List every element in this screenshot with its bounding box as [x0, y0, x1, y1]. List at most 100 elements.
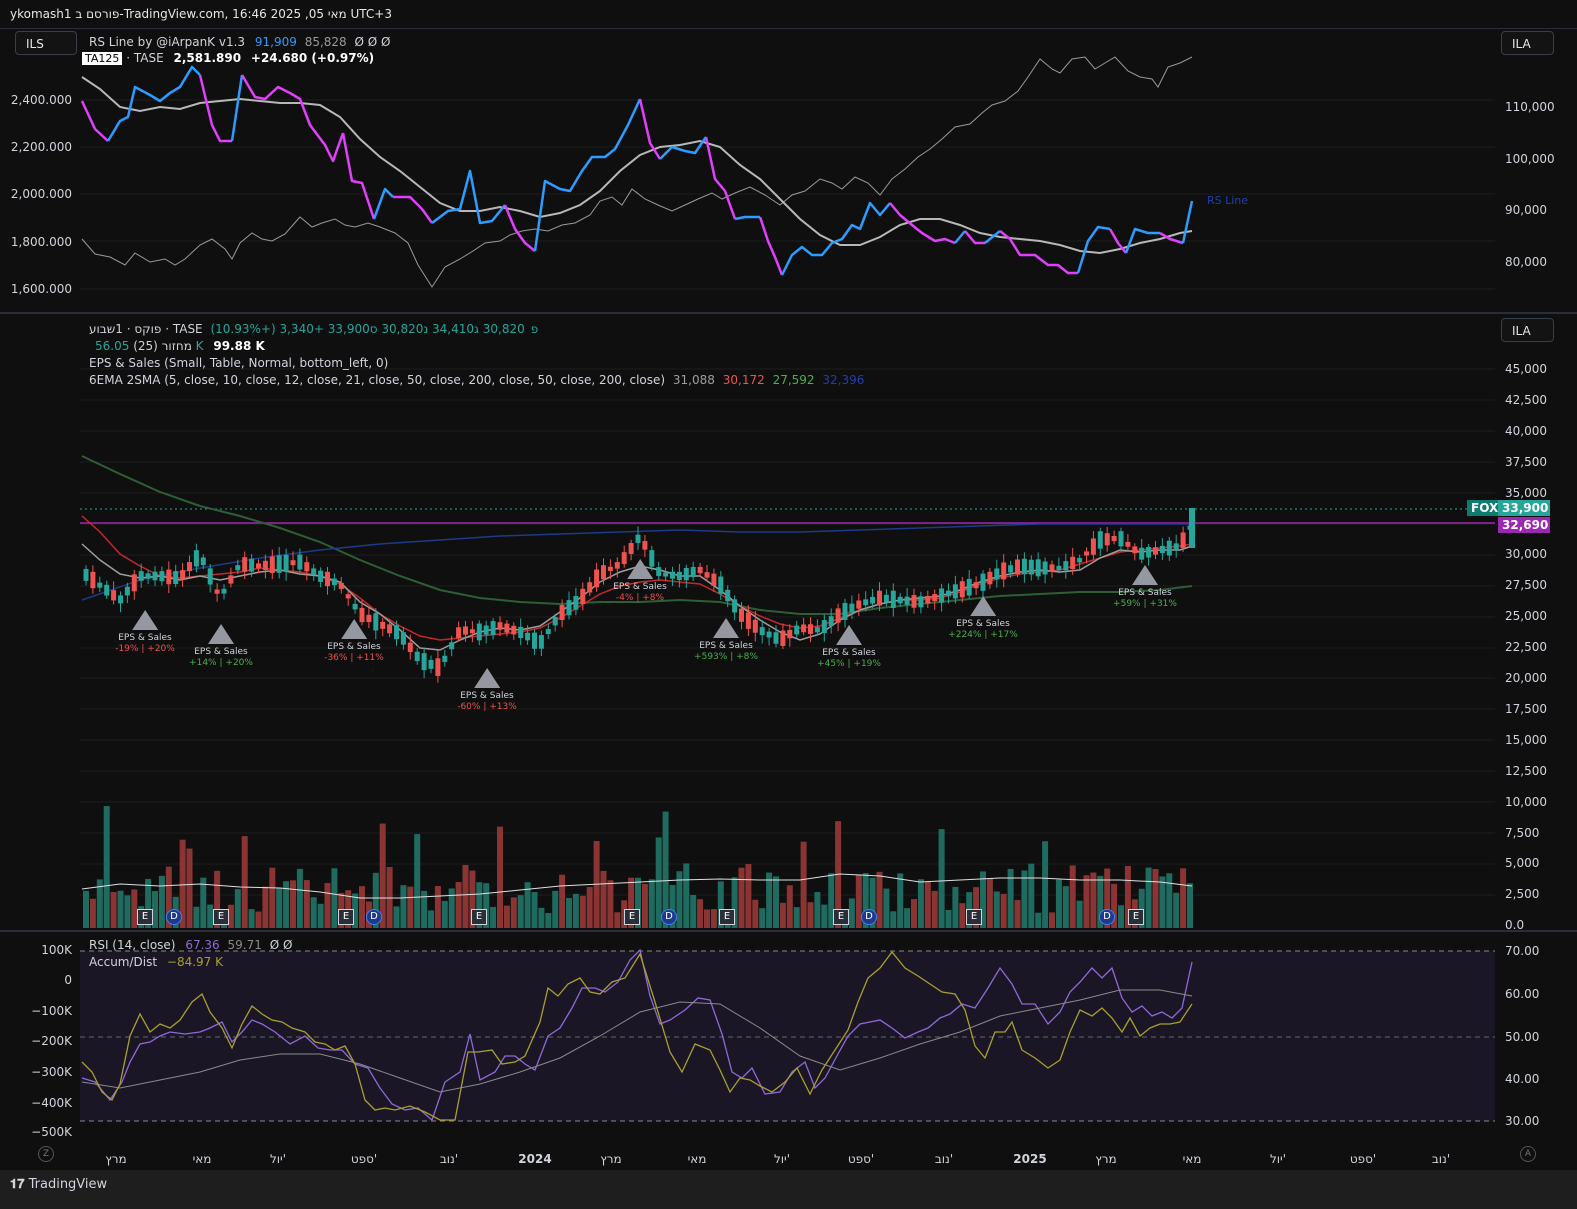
- volume-bar: [103, 806, 110, 928]
- price-axis-tick: 42,500: [1505, 392, 1547, 407]
- candle-body: [690, 566, 696, 578]
- earnings-marker[interactable]: E: [471, 909, 487, 925]
- rsi-axis-tick: 50.00: [1505, 1030, 1540, 1044]
- volume-bar: [1042, 841, 1049, 928]
- scale-ila-box-2[interactable]: ILA: [1501, 318, 1554, 342]
- zoom-reset-button[interactable]: Z: [38, 1146, 54, 1162]
- ta125-symbol-tag[interactable]: TA125: [82, 52, 123, 65]
- volume-bar: [579, 895, 586, 928]
- earnings-marker[interactable]: E: [1128, 909, 1144, 925]
- tradingview-logo[interactable]: 𝟏𝟕 TradingView: [10, 1177, 107, 1192]
- price-axis-tick: 5,000: [1505, 856, 1540, 871]
- eps-label[interactable]: EPS & Sales -4% | +8%: [613, 559, 667, 604]
- eps-triangle-icon: [340, 619, 367, 639]
- candle-body: [1070, 556, 1076, 570]
- eps-growth: +45%: [817, 659, 845, 669]
- candle-body: [545, 629, 551, 635]
- dividend-marker[interactable]: D: [861, 909, 877, 925]
- rs-legend[interactable]: RS Line by @iArpanK v1.3 91,909 85,828 Ø…: [89, 35, 391, 49]
- volume-bar: [310, 897, 317, 928]
- price-legend[interactable]: פוקס · 1שבוע · TASE פ30,820 ג34,410 נ30,…: [89, 322, 538, 336]
- candle-body: [697, 566, 703, 574]
- rsi-pane[interactable]: RSI (14, close) 67.36 59.71 Ø Ø Accum/Di…: [0, 932, 1577, 1140]
- eps-label[interactable]: EPS & Sales -36% | +11%: [324, 619, 384, 664]
- eps-label[interactable]: EPS & Sales +593% | +8%: [694, 618, 758, 663]
- candle-body: [428, 659, 434, 669]
- currency-ils-box[interactable]: ILS: [15, 31, 77, 55]
- eps-label[interactable]: EPS & Sales +14% | +20%: [189, 624, 253, 669]
- time-axis-label: מאי: [687, 1152, 707, 1166]
- candle-body: [911, 595, 917, 608]
- auto-scale-button[interactable]: A: [1520, 1146, 1536, 1162]
- earnings-marker[interactable]: E: [966, 909, 982, 925]
- dividend-marker[interactable]: D: [1099, 909, 1115, 925]
- volume-bar: [1049, 912, 1055, 928]
- eps-triangle-icon: [627, 559, 653, 579]
- sales-growth: +19%: [853, 659, 881, 669]
- rs-line-segment: [889, 202, 956, 245]
- rs-line-segment: [341, 132, 376, 220]
- earnings-marker[interactable]: E: [719, 909, 735, 925]
- dividend-marker[interactable]: D: [366, 909, 382, 925]
- candle-body: [1063, 561, 1069, 571]
- ma-legend[interactable]: 6EMA 2SMA (5, close, 10, close, 12, clos…: [89, 373, 864, 387]
- volume-bar: [773, 876, 779, 928]
- time-axis-label: ספט': [847, 1152, 875, 1166]
- earnings-marker[interactable]: E: [833, 909, 849, 925]
- volume-bar: [752, 899, 759, 928]
- candle-body: [601, 565, 606, 580]
- eps-title: EPS & Sales: [956, 619, 1010, 629]
- candle-body: [1166, 540, 1172, 556]
- price-pane[interactable]: ILA פוקס · 1שבוע · TASE פ30,820 ג34,410 …: [0, 314, 1577, 932]
- candle-body: [90, 571, 96, 589]
- left-axis-tick: 2,400.000: [10, 93, 72, 107]
- volume-bar: [538, 907, 545, 928]
- eps-label[interactable]: EPS & Sales +224% | +17%: [948, 596, 1018, 641]
- candle-body: [959, 581, 965, 598]
- rsi-legend[interactable]: RSI (14, close) 67.36 59.71 Ø Ø: [89, 938, 292, 952]
- dividend-marker[interactable]: D: [166, 909, 182, 925]
- ad-name: Accum/Dist: [89, 955, 158, 969]
- eps-legend[interactable]: EPS & Sales (Small, Table, Normal, botto…: [89, 356, 388, 370]
- candle-body: [1189, 508, 1195, 548]
- ma-value-3: 27,592: [772, 373, 815, 387]
- eps-label[interactable]: EPS & Sales -19% | +20%: [115, 610, 175, 655]
- eps-label[interactable]: EPS & Sales +59% | +31%: [1113, 565, 1177, 610]
- volume-bar: [428, 910, 434, 928]
- volume-legend[interactable]: מחזור (25) 56.05 K 99.88 K: [89, 339, 265, 353]
- ad-legend[interactable]: Accum/Dist −84.97 K: [89, 955, 223, 969]
- dividend-marker[interactable]: D: [661, 909, 677, 925]
- time-axis-label: מרץ: [1095, 1152, 1117, 1166]
- volume-bar: [952, 886, 959, 928]
- eps-title: EPS & Sales: [327, 642, 381, 652]
- scale-ila-box-1[interactable]: ILA: [1501, 31, 1554, 55]
- sales-growth: +11%: [356, 653, 384, 663]
- candle-body: [711, 573, 717, 586]
- eps-label[interactable]: EPS & Sales +45% | +19%: [817, 625, 881, 670]
- volume-bar: [455, 882, 462, 928]
- time-axis-label: ספט': [1349, 1152, 1377, 1166]
- candle-body: [104, 584, 110, 596]
- close-value: 33,900: [327, 322, 370, 336]
- earnings-marker[interactable]: E: [624, 909, 640, 925]
- volume-bar: [400, 885, 407, 928]
- rsi-name: RSI (14, close): [89, 938, 176, 952]
- earnings-marker[interactable]: E: [213, 909, 229, 925]
- candle-body: [1056, 565, 1062, 571]
- candle-body: [870, 596, 876, 604]
- candle-body: [1180, 532, 1186, 549]
- candle-body: [518, 626, 524, 639]
- eps-label[interactable]: EPS & Sales -60% | +13%: [457, 668, 517, 713]
- rs-line-segment: [230, 74, 244, 142]
- candle-body: [414, 651, 420, 662]
- low-value: 30,820: [381, 322, 424, 336]
- candle-body: [235, 565, 241, 571]
- ta125-legend[interactable]: TA125 · TASE 2,581.890 +24.680 (+0.97%): [82, 51, 374, 65]
- rs-line-segment: [80, 100, 109, 142]
- rs-line-pane[interactable]: ILS ILA RS Line by @iArpanK v1.3 91,909 …: [0, 29, 1577, 312]
- earnings-marker[interactable]: E: [338, 909, 354, 925]
- price-axis-tick: 40,000: [1505, 423, 1547, 438]
- earnings-marker[interactable]: E: [137, 909, 153, 925]
- price-axis-tick: 2,500: [1505, 887, 1540, 902]
- candle-body: [973, 582, 979, 589]
